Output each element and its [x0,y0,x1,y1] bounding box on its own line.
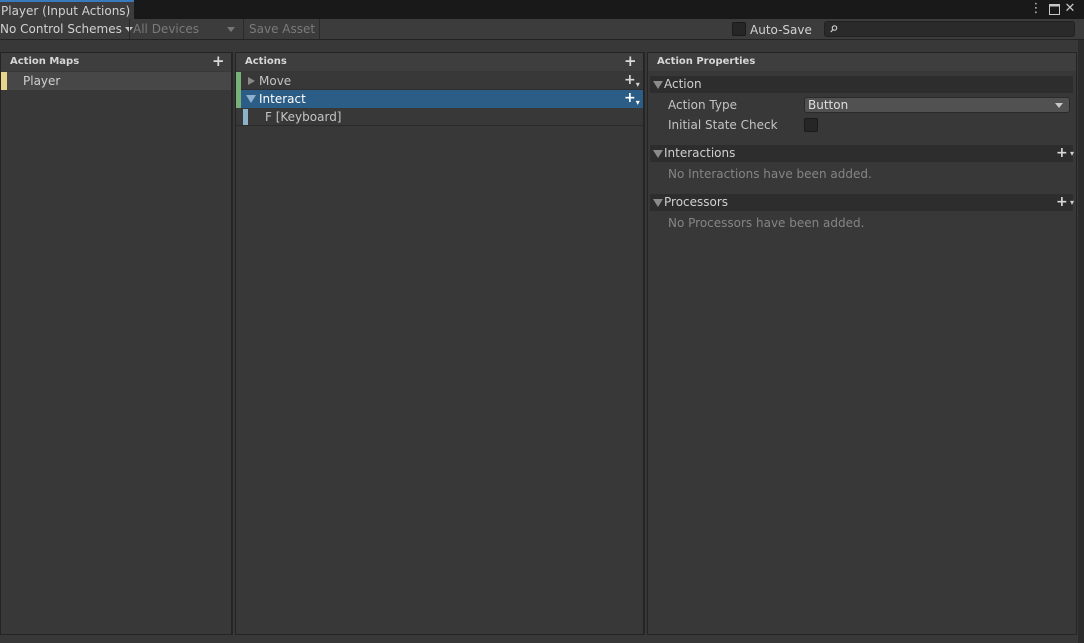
action-marker [236,72,241,90]
save-asset-button[interactable]: Save Asset [249,19,315,39]
devices-dropdown[interactable]: All Devices [133,19,237,39]
toolbar: No Control Schemes All Devices Save Asse… [0,19,1084,40]
scrollbar-track[interactable] [1078,40,1084,643]
search-icon [830,25,838,33]
devices-label: All Devices [133,22,199,36]
actions-panel: Actions + Move +▾ Interact +▾ F [Keyboar… [235,52,644,635]
binding-label: F [Keyboard] [265,110,342,124]
interactions-section-header[interactable]: Interactions + ▾ [650,145,1074,162]
control-schemes-label: No Control Schemes [0,22,122,36]
title-bar: Player (Input Actions) ⋮ ✕ [0,0,1084,19]
action-label: Move [259,74,292,88]
action-label: Interact [259,92,306,106]
close-icon[interactable]: ✕ [1063,1,1077,17]
chevron-down-icon[interactable] [246,95,256,103]
action-marker [236,90,241,108]
action-type-dropdown[interactable]: Button [804,97,1070,113]
interactions-empty-text: No Interactions have been added. [668,167,872,181]
actions-header: Actions + [236,53,643,71]
auto-save-checkbox[interactable] [732,22,746,36]
action-maps-panel: Action Maps + Player [0,52,232,635]
action-properties-panel: Action Properties [647,52,1077,635]
maximize-icon[interactable] [1047,1,1061,20]
add-action-map-icon[interactable]: + [212,54,225,69]
add-interaction-icon[interactable]: + ▾ [1056,146,1074,160]
window-tab-title: Player (Input Actions) [1,4,131,18]
window-tab[interactable]: Player (Input Actions) [0,0,134,19]
initial-state-check-checkbox[interactable] [804,118,818,132]
chevron-down-icon[interactable] [653,199,663,207]
action-maps-header: Action Maps + [1,53,231,71]
action-properties-title: Action Properties [657,56,756,67]
control-schemes-dropdown[interactable]: No Control Schemes [0,19,133,39]
search-input[interactable] [824,21,1075,37]
binding-marker [243,109,248,125]
actions-title: Actions [245,56,287,67]
action-map-label: Player [23,74,61,88]
chevron-down-icon[interactable] [653,81,663,89]
chevron-right-icon[interactable] [248,77,255,85]
action-map-marker [1,72,7,90]
action-type-label: Action Type [668,98,737,112]
add-processor-icon[interactable]: + ▾ [1056,195,1074,209]
binding-item[interactable]: F [Keyboard] [236,108,643,126]
add-action-icon[interactable]: + [624,54,637,69]
initial-state-check-label: Initial State Check [668,118,778,132]
action-properties-header: Action Properties [648,53,1076,71]
processors-section-header[interactable]: Processors + ▾ [650,194,1074,211]
auto-save-label: Auto-Save [750,23,812,37]
action-section-header[interactable]: Action [650,76,1073,93]
processors-empty-text: No Processors have been added. [668,216,865,230]
processors-section-title: Processors [664,195,729,209]
action-item-interact[interactable]: Interact +▾ [236,90,643,108]
save-asset-label: Save Asset [249,22,316,36]
chevron-down-icon[interactable] [653,150,663,158]
action-map-item[interactable]: Player [1,72,231,90]
chevron-down-icon [227,27,235,32]
chevron-down-icon [1055,103,1063,108]
action-item-move[interactable]: Move +▾ [236,72,643,90]
action-section-title: Action [664,77,702,91]
more-vert-icon[interactable]: ⋮ [1029,1,1043,17]
action-type-value: Button [808,98,849,112]
interactions-section-title: Interactions [664,146,736,160]
action-maps-title: Action Maps [10,56,80,67]
